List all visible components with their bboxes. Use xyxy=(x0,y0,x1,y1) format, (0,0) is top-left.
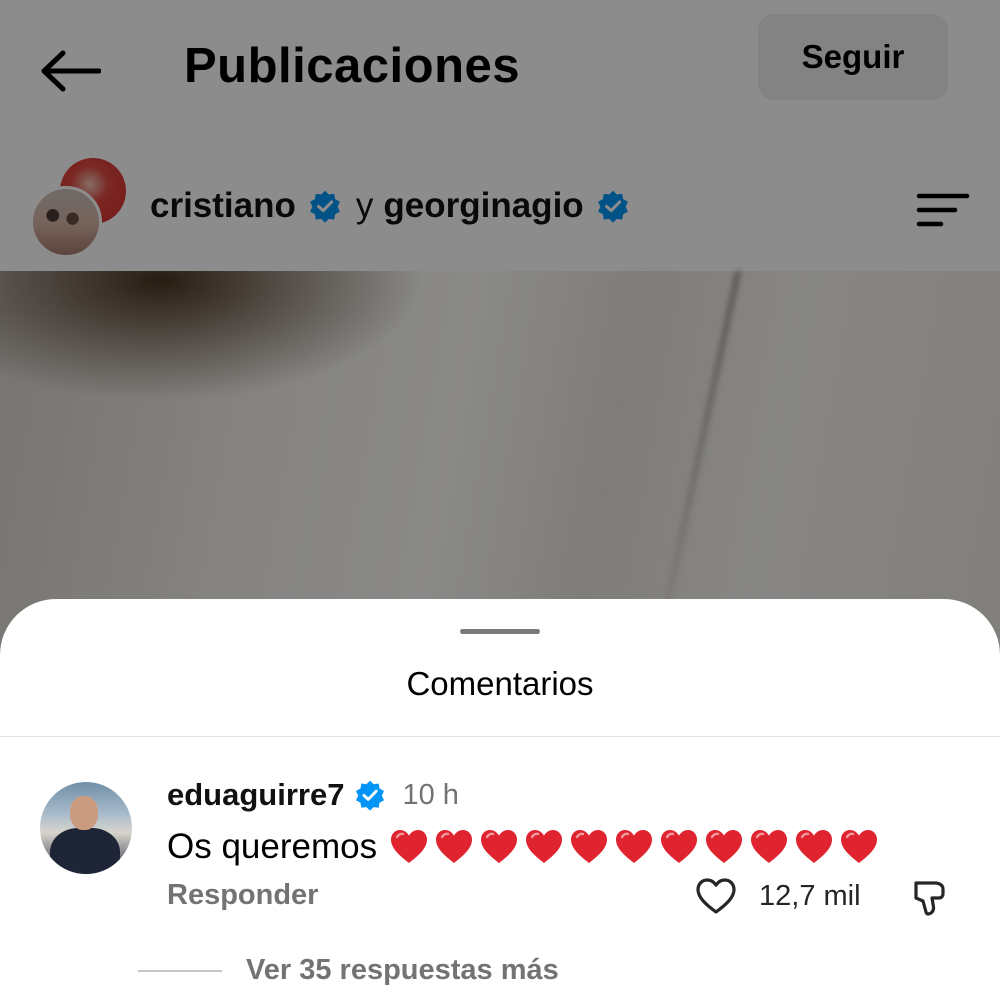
thumbs-down-icon[interactable] xyxy=(908,877,950,919)
red-heart-emoji xyxy=(841,830,878,863)
comment-header: eduaguirre7 10 h xyxy=(167,777,459,813)
sheet-title: Comentarios xyxy=(406,665,594,702)
red-heart-emoji xyxy=(661,830,698,863)
view-replies-label: Ver 35 respuestas más xyxy=(246,954,559,986)
red-heart-emoji xyxy=(571,830,608,863)
comment-like-group: 12,7 mil xyxy=(695,877,861,915)
red-heart-emoji xyxy=(616,830,653,863)
like-count: 12,7 mil xyxy=(759,879,861,912)
red-heart-emoji xyxy=(526,830,563,863)
red-heart-emoji xyxy=(751,830,788,863)
avatar-detail xyxy=(50,828,120,874)
red-heart-emoji xyxy=(481,830,518,863)
view-replies-button[interactable]: Ver 35 respuestas más xyxy=(138,954,559,987)
comment-text: Os queremos xyxy=(167,827,378,866)
red-heart-emoji xyxy=(706,830,743,863)
comment-timestamp: 10 h xyxy=(402,778,459,811)
screen: Publicaciones Seguir cristiano y georgin… xyxy=(0,0,1000,1000)
red-heart-emoji xyxy=(436,830,473,863)
red-heart-emoji xyxy=(796,830,833,863)
sheet-drag-handle[interactable] xyxy=(460,629,540,634)
comment-username[interactable]: eduaguirre7 xyxy=(167,777,344,813)
comment-body: Os queremos xyxy=(167,827,884,867)
divider xyxy=(0,736,1000,737)
reply-button[interactable]: Responder xyxy=(167,879,318,912)
replies-indent-line xyxy=(138,969,222,972)
heart-emoji-group xyxy=(389,828,884,866)
heart-outline-icon[interactable] xyxy=(695,877,737,915)
verified-badge-icon xyxy=(356,780,385,811)
comments-sheet: Comentarios eduaguirre7 10 h Os queremos… xyxy=(0,599,1000,1000)
comment-item: eduaguirre7 10 h Os queremos Responder 1… xyxy=(0,769,1000,999)
red-heart-emoji xyxy=(391,830,428,863)
avatar-detail xyxy=(70,796,98,830)
avatar[interactable] xyxy=(40,782,132,874)
